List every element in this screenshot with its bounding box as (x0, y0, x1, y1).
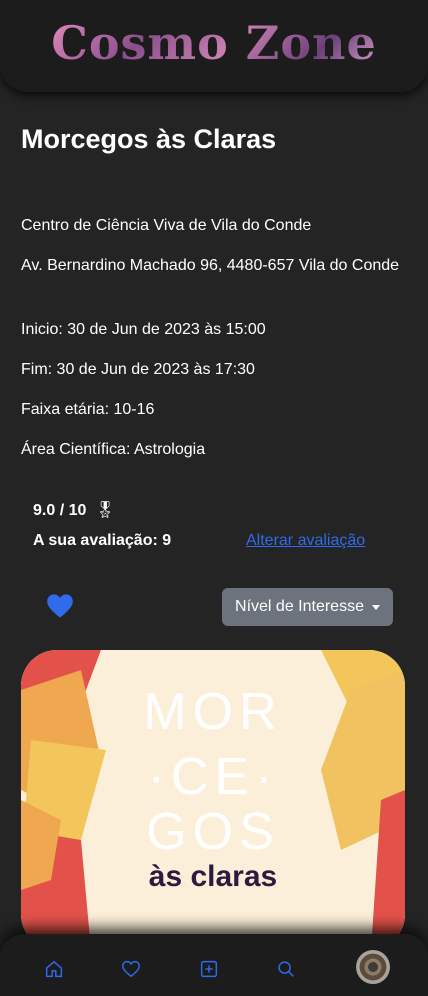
event-venue: Centro de Ciência Viva de Vila do Conde (21, 217, 312, 234)
event-end: Fim: 30 de Jun de 2023 às 17:30 (21, 361, 255, 378)
poster-line-1: MOR (143, 683, 283, 741)
interest-level-label: Nível de Interesse (235, 598, 364, 615)
home-icon[interactable] (43, 958, 65, 980)
event-title: Morcegos às Claras (21, 124, 277, 154)
interest-level-dropdown[interactable]: Nível de Interesse (222, 588, 393, 626)
bottom-navigation (0, 934, 428, 996)
caret-down-icon (371, 604, 380, 610)
medal-icon: 🎖 (94, 502, 116, 519)
event-address: Av. Bernardino Machado 96, 4480-657 Vila… (21, 257, 400, 274)
event-poster-image: MOR ·CE· GOS às claras (21, 650, 405, 950)
event-age-range: Faixa etária: 10-16 (21, 401, 155, 418)
plus-square-icon[interactable] (198, 958, 220, 980)
app-header: Cosmo Zone (0, 0, 428, 92)
heart-icon[interactable] (120, 958, 142, 980)
change-rating-link[interactable]: Alterar avaliação (246, 532, 365, 550)
event-science-area: Área Científica: Astrologia (21, 441, 206, 458)
average-rating: 9.0 / 10 🎖 (33, 500, 115, 520)
user-avatar[interactable] (356, 950, 390, 984)
app-logo[interactable]: Cosmo Zone (51, 16, 377, 70)
event-start: Inicio: 30 de Jun de 2023 às 15:00 (21, 321, 266, 338)
poster-line-2: ·CE· (147, 748, 279, 806)
poster-line-4: às claras (148, 860, 278, 893)
search-icon[interactable] (275, 958, 297, 980)
poster-line-3: GOS (146, 803, 280, 861)
favorite-heart-icon[interactable] (46, 593, 74, 619)
user-rating: A sua avaliação: 9 (33, 532, 172, 549)
rating-score: 9.0 / 10 (33, 502, 87, 519)
